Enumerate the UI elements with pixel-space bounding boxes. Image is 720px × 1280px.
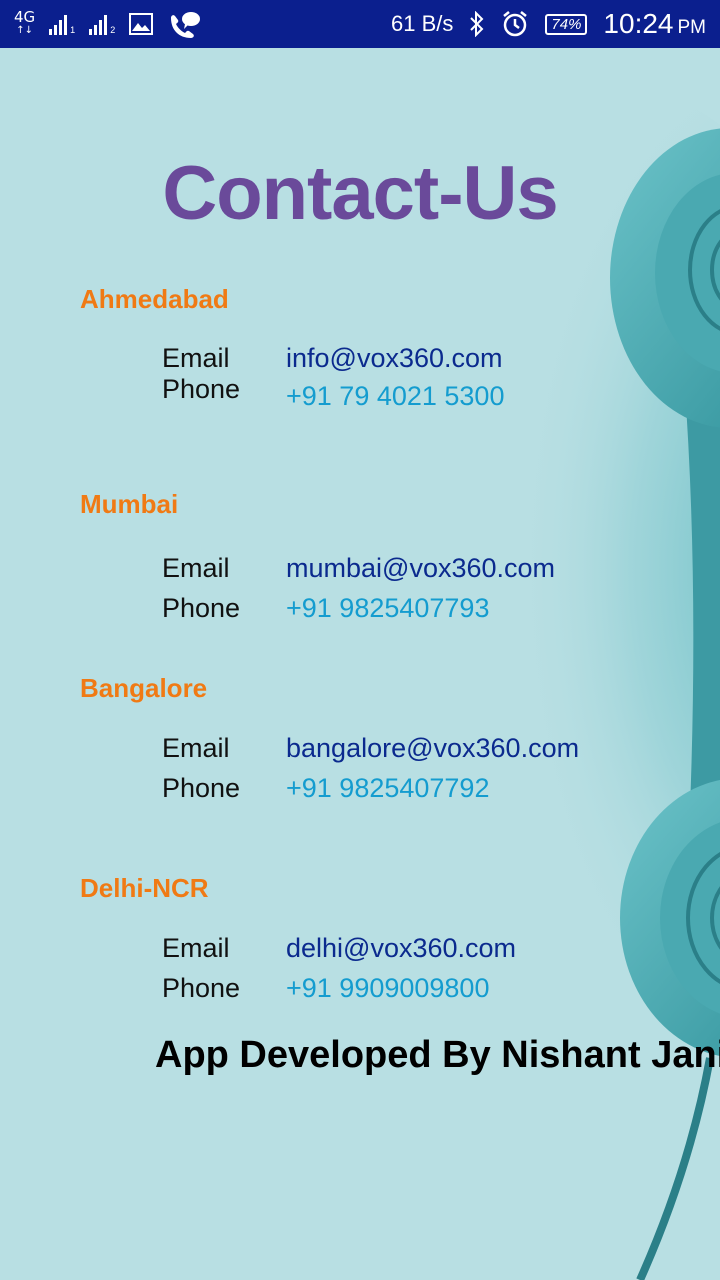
developer-credit: App Developed By Nishant Jani <box>155 1034 720 1076</box>
office-city-mumbai: Mumbai <box>80 489 179 519</box>
status-bar-right: 61 B/s 74% 10:24 PM <box>391 8 706 40</box>
phone-label: Phone <box>162 973 241 1003</box>
status-bar: 4G ↑↓ 1 2 61 B/s 74% 10:24 PM <box>0 0 720 48</box>
bluetooth-icon <box>470 11 484 37</box>
sim2-label: 2 <box>110 25 116 35</box>
phone-link-mumbai[interactable]: +91 9825407793 <box>286 593 489 624</box>
clock: 10:24 PM <box>603 8 706 40</box>
office-city-bangalore: Bangalore <box>80 673 208 703</box>
battery-indicator: 74% <box>545 13 588 35</box>
email-label: Email <box>162 343 230 373</box>
phone-label: Phone <box>162 374 241 404</box>
email-link-ahmedabad[interactable]: info@vox360.com <box>286 343 503 374</box>
phone-link-ahmedabad[interactable]: +91 79 4021 5300 <box>286 381 504 412</box>
sim1-label: 1 <box>70 25 76 35</box>
phone-link-delhi-ncr[interactable]: +91 9909009800 <box>286 973 489 1004</box>
email-label: Email <box>162 553 230 583</box>
clock-time: 10:24 <box>603 8 674 39</box>
office-city-delhi-ncr: Delhi-NCR <box>80 873 209 903</box>
signal-sim1-icon: 1 <box>49 13 75 35</box>
status-bar-left: 4G ↑↓ 1 2 <box>14 10 201 38</box>
network-speed: 61 B/s <box>391 11 454 36</box>
email-link-bangalore[interactable]: bangalore@vox360.com <box>286 733 579 764</box>
call-message-icon <box>171 12 201 38</box>
phone-label: Phone <box>162 773 241 803</box>
phone-label: Phone <box>162 593 241 623</box>
gallery-icon <box>129 13 154 35</box>
alarm-icon <box>503 11 528 37</box>
phone-link-bangalore[interactable]: +91 9825407792 <box>286 773 489 804</box>
signal-sim2-icon: 2 <box>89 13 115 35</box>
clock-ampm: PM <box>677 17 707 38</box>
email-label: Email <box>162 933 230 963</box>
email-link-mumbai[interactable]: mumbai@vox360.com <box>286 553 555 584</box>
page-title: Contact-Us <box>162 151 558 236</box>
office-city-ahmedabad: Ahmedabad <box>80 284 229 314</box>
email-link-delhi-ncr[interactable]: delhi@vox360.com <box>286 933 516 964</box>
network-type-icon: 4G ↑↓ <box>14 8 36 37</box>
email-label: Email <box>162 733 230 763</box>
